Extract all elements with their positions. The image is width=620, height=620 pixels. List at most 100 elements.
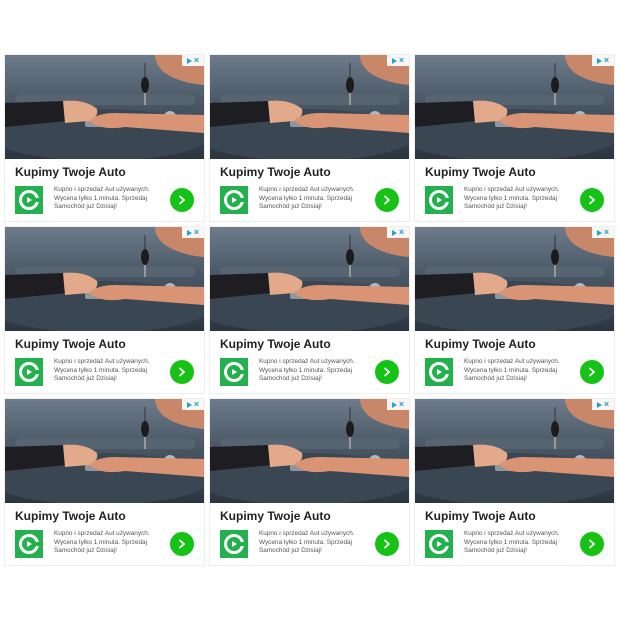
- close-x-icon[interactable]: ×: [399, 228, 404, 237]
- chevron-right-icon: [589, 367, 595, 377]
- green-c-arrow-logo-icon[interactable]: [15, 530, 43, 558]
- cta-chevron-button[interactable]: [580, 188, 604, 212]
- cta-chevron-button[interactable]: [375, 188, 399, 212]
- adchoices-triangle-icon[interactable]: [596, 401, 602, 408]
- ad-photo[interactable]: ×: [210, 55, 409, 159]
- ad-card-6[interactable]: × Kupimy Twoje Auto Kupno i sprzedaż Aut…: [415, 227, 614, 393]
- adchoices-badge[interactable]: ×: [182, 399, 204, 410]
- cta-chevron-button[interactable]: [170, 188, 194, 212]
- adchoices-badge[interactable]: ×: [387, 55, 409, 66]
- green-c-arrow-logo-icon[interactable]: [425, 358, 453, 386]
- cta-chevron-button[interactable]: [170, 532, 194, 556]
- ad-title[interactable]: Kupimy Twoje Auto: [425, 509, 536, 523]
- chevron-right-icon: [179, 367, 185, 377]
- ad-title[interactable]: Kupimy Twoje Auto: [425, 337, 536, 351]
- ad-card-9[interactable]: × Kupimy Twoje Auto Kupno i sprzedaż Aut…: [415, 399, 614, 565]
- adchoices-triangle-icon[interactable]: [391, 401, 397, 408]
- close-x-icon[interactable]: ×: [399, 400, 404, 409]
- adchoices-badge[interactable]: ×: [182, 227, 204, 238]
- handshake-car-keys-image: [210, 55, 409, 159]
- close-x-icon[interactable]: ×: [194, 400, 199, 409]
- description-line-1: Kupno i sprzedaż Aut używanych.: [54, 358, 150, 365]
- green-c-arrow-logo-icon[interactable]: [15, 186, 43, 214]
- handshake-car-keys-image: [210, 399, 409, 503]
- chevron-right-icon: [384, 195, 390, 205]
- ad-title[interactable]: Kupimy Twoje Auto: [425, 165, 536, 179]
- ad-title[interactable]: Kupimy Twoje Auto: [15, 337, 126, 351]
- green-c-arrow-logo-icon[interactable]: [220, 358, 248, 386]
- ad-title[interactable]: Kupimy Twoje Auto: [220, 165, 331, 179]
- cta-chevron-button[interactable]: [170, 360, 194, 384]
- adchoices-badge[interactable]: ×: [592, 55, 614, 66]
- adchoices-badge[interactable]: ×: [592, 227, 614, 238]
- green-c-arrow-logo-icon[interactable]: [15, 358, 43, 386]
- ad-description[interactable]: Kupno i sprzedaż Aut używanych. Wycena t…: [464, 186, 576, 212]
- close-x-icon[interactable]: ×: [399, 56, 404, 65]
- ad-photo[interactable]: ×: [415, 227, 614, 331]
- ad-title[interactable]: Kupimy Twoje Auto: [220, 509, 331, 523]
- ad-photo[interactable]: ×: [5, 399, 204, 503]
- adchoices-badge[interactable]: ×: [387, 399, 409, 410]
- adchoices-badge[interactable]: ×: [387, 227, 409, 238]
- ad-title[interactable]: Kupimy Twoje Auto: [220, 337, 331, 351]
- adchoices-triangle-icon[interactable]: [596, 229, 602, 236]
- description-line-1: Kupno i sprzedaż Aut używanych.: [464, 186, 560, 193]
- handshake-car-keys-image: [210, 227, 409, 331]
- cta-chevron-button[interactable]: [375, 360, 399, 384]
- ad-title[interactable]: Kupimy Twoje Auto: [15, 509, 126, 523]
- ad-grid: × Kupimy Twoje Auto Kupno i sprzedaż Aut…: [5, 55, 614, 565]
- handshake-car-keys-image: [5, 399, 204, 503]
- green-c-arrow-logo-icon[interactable]: [425, 530, 453, 558]
- description-line-3: Samochód już Dzisiaj!: [259, 547, 322, 555]
- ad-card-1[interactable]: × Kupimy Twoje Auto Kupno i sprzedaż Aut…: [5, 55, 204, 221]
- close-x-icon[interactable]: ×: [194, 228, 199, 237]
- close-x-icon[interactable]: ×: [604, 400, 609, 409]
- adchoices-triangle-icon[interactable]: [186, 401, 192, 408]
- ad-description[interactable]: Kupno i sprzedaż Aut używanych. Wycena t…: [259, 186, 371, 212]
- ad-card-5[interactable]: × Kupimy Twoje Auto Kupno i sprzedaż Aut…: [210, 227, 409, 393]
- green-c-arrow-logo-icon[interactable]: [220, 186, 248, 214]
- ad-description[interactable]: Kupno i sprzedaż Aut używanych. Wycena t…: [259, 530, 371, 556]
- ad-photo[interactable]: ×: [5, 227, 204, 331]
- cta-chevron-button[interactable]: [580, 360, 604, 384]
- ad-description[interactable]: Kupno i sprzedaż Aut używanych. Wycena t…: [54, 186, 166, 212]
- ad-photo[interactable]: ×: [210, 399, 409, 503]
- green-c-arrow-logo-icon[interactable]: [425, 186, 453, 214]
- adchoices-triangle-icon[interactable]: [391, 229, 397, 236]
- ad-card-8[interactable]: × Kupimy Twoje Auto Kupno i sprzedaż Aut…: [210, 399, 409, 565]
- close-x-icon[interactable]: ×: [604, 56, 609, 65]
- ad-description[interactable]: Kupno i sprzedaż Aut używanych. Wycena t…: [464, 530, 576, 556]
- green-c-arrow-logo-icon[interactable]: [220, 530, 248, 558]
- adchoices-triangle-icon[interactable]: [391, 57, 397, 64]
- description-line-3: Samochód już Dzisiaj!: [259, 375, 322, 383]
- chevron-right-icon: [179, 539, 185, 549]
- ad-description[interactable]: Kupno i sprzedaż Aut używanych. Wycena t…: [464, 358, 576, 384]
- ad-photo[interactable]: ×: [415, 55, 614, 159]
- ad-description[interactable]: Kupno i sprzedaż Aut używanych. Wycena t…: [54, 530, 166, 556]
- ad-photo[interactable]: ×: [415, 399, 614, 503]
- adchoices-triangle-icon[interactable]: [596, 57, 602, 64]
- adchoices-triangle-icon[interactable]: [186, 57, 192, 64]
- chevron-right-icon: [384, 539, 390, 549]
- close-x-icon[interactable]: ×: [194, 56, 199, 65]
- ad-description[interactable]: Kupno i sprzedaż Aut używanych. Wycena t…: [259, 358, 371, 384]
- ad-card-2[interactable]: × Kupimy Twoje Auto Kupno i sprzedaż Aut…: [210, 55, 409, 221]
- ad-card-3[interactable]: × Kupimy Twoje Auto Kupno i sprzedaż Aut…: [415, 55, 614, 221]
- handshake-car-keys-image: [415, 399, 614, 503]
- ad-photo[interactable]: ×: [5, 55, 204, 159]
- chevron-right-icon: [384, 367, 390, 377]
- handshake-car-keys-image: [5, 227, 204, 331]
- ad-photo[interactable]: ×: [210, 227, 409, 331]
- ad-title[interactable]: Kupimy Twoje Auto: [15, 165, 126, 179]
- ad-description[interactable]: Kupno i sprzedaż Aut używanych. Wycena t…: [54, 358, 166, 384]
- cta-chevron-button[interactable]: [580, 532, 604, 556]
- adchoices-badge[interactable]: ×: [182, 55, 204, 66]
- description-line-2: Wycena tylko 1 minuta. Sprzedaj: [259, 366, 353, 374]
- ad-card-7[interactable]: × Kupimy Twoje Auto Kupno i sprzedaż Aut…: [5, 399, 204, 565]
- cta-chevron-button[interactable]: [375, 532, 399, 556]
- adchoices-badge[interactable]: ×: [592, 399, 614, 410]
- description-line-2: Wycena tylko 1 minuta. Sprzedaj: [464, 538, 558, 546]
- ad-card-4[interactable]: × Kupimy Twoje Auto Kupno i sprzedaż Aut…: [5, 227, 204, 393]
- close-x-icon[interactable]: ×: [604, 228, 609, 237]
- adchoices-triangle-icon[interactable]: [186, 229, 192, 236]
